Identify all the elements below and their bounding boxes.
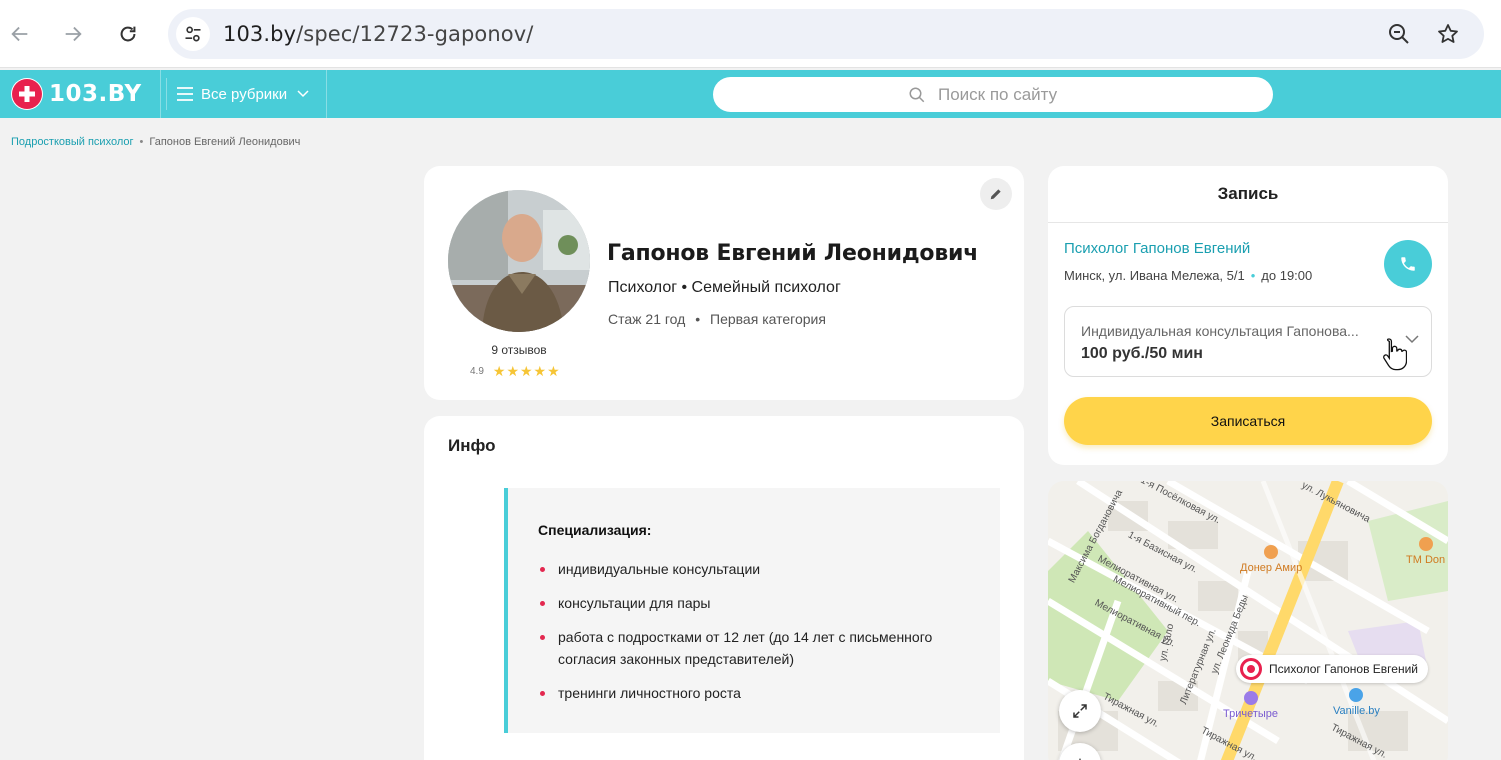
clinic-name-link[interactable]: Психолог Гапонов Евгений	[1064, 240, 1250, 257]
rubrics-label: Все рубрики	[201, 85, 288, 103]
rating-value: 4.9	[470, 366, 484, 377]
service-select[interactable]: Индивидуальная консультация Гапонова... …	[1064, 306, 1432, 377]
list-item: тренинги личностного роста	[538, 682, 978, 704]
address-bar[interactable]: 103.by/spec/12723-gaponov/	[168, 9, 1484, 59]
edit-button[interactable]	[980, 178, 1012, 210]
breadcrumb-separator: •	[139, 136, 144, 148]
map-fullscreen-button[interactable]	[1059, 690, 1101, 732]
logo-text: 103.BY	[49, 81, 142, 107]
specialization-list: индивидуальные консультации консультации…	[538, 558, 978, 716]
bookmark-button[interactable]	[1435, 21, 1461, 47]
site-info-button[interactable]	[176, 17, 210, 51]
list-item: работа с подростками от 12 лет (до 14 ле…	[538, 626, 978, 670]
fitness-icon	[1243, 691, 1258, 705]
location-pin-icon	[1240, 658, 1262, 680]
reload-button[interactable]	[112, 18, 144, 50]
rubrics-menu-button[interactable]: Все рубрики	[160, 70, 327, 118]
site-header: 103.BY Все рубрики	[0, 70, 1501, 118]
map-location-pin[interactable]: Психолог Гапонов Евгений	[1236, 655, 1429, 683]
url-host: 103.by	[223, 22, 297, 46]
chevron-down-icon	[1405, 335, 1419, 344]
clinic-address: Минск, ул. Ивана Мележа, 5/1 • до 19:00	[1064, 268, 1312, 283]
breadcrumb: Подростковый психолог • Гапонов Евгений …	[11, 136, 300, 148]
url-path: /spec/12723-gaponov/	[296, 22, 534, 46]
list-item: индивидуальные консультации	[538, 558, 978, 580]
hours-text: до 19:00	[1261, 268, 1313, 283]
list-item: консультации для пары	[538, 592, 978, 614]
poi-label: Тричетыре	[1223, 708, 1279, 720]
pin-label: Психолог Гапонов Евгений	[1269, 662, 1419, 676]
chevron-down-icon	[297, 90, 309, 98]
expand-icon	[1073, 704, 1087, 718]
hand-cursor-icon	[1383, 338, 1407, 371]
doctor-experience: Стаж 21 год	[608, 311, 686, 327]
call-button[interactable]	[1384, 240, 1432, 288]
zoom-button[interactable]	[1386, 21, 1412, 47]
search-icon	[909, 87, 925, 102]
poi-tm-don[interactable]: ТМ Don	[1406, 537, 1445, 566]
poi-label: Донер Амир	[1240, 562, 1303, 574]
specialization-box: Специализация: индивидуальные консультац…	[504, 488, 1000, 733]
plus-icon	[1079, 758, 1081, 760]
poi-label: Vanille.by	[1333, 705, 1380, 717]
hamburger-icon	[177, 87, 193, 101]
profile-card: 9 отзывов 4.9 ★★★★★ Гапонов Евгений Леон…	[424, 166, 1024, 400]
arrow-left-icon	[11, 26, 28, 42]
url-text[interactable]: 103.by/spec/12723-gaponov/	[223, 22, 533, 46]
site-search-input[interactable]	[938, 84, 1078, 105]
browser-toolbar: 103.by/spec/12723-gaponov/	[0, 0, 1501, 68]
poi-vanille[interactable]: Vanille.by	[1333, 688, 1380, 717]
food-icon	[1264, 545, 1279, 559]
star-outline-icon	[1438, 24, 1458, 43]
meta-separator: •	[695, 311, 701, 327]
doctor-category: Первая категория	[710, 311, 826, 327]
book-button[interactable]: Записаться	[1064, 397, 1432, 445]
info-title: Инфо	[448, 436, 496, 455]
address-text: Минск, ул. Ивана Мележа, 5/1	[1064, 268, 1245, 283]
doctor-name: Гапонов Евгений Леонидович	[607, 241, 979, 266]
medical-cross-icon	[11, 78, 43, 110]
zoom-out-icon	[1389, 24, 1409, 44]
tune-icon	[185, 26, 201, 42]
phone-icon	[1401, 257, 1415, 271]
back-button[interactable]	[4, 18, 36, 50]
poi-doner-amir[interactable]: Донер Амир	[1240, 545, 1302, 574]
poi-trichetyre[interactable]: Тричетыре	[1223, 691, 1278, 720]
booking-card: Запись Психолог Гапонов Евгений Минск, у…	[1048, 166, 1448, 465]
doctor-specialties: Психолог • Семейный психолог	[608, 279, 841, 296]
reviews-count[interactable]: 9 отзывов	[448, 343, 590, 357]
doctor-avatar[interactable]	[448, 190, 590, 332]
map[interactable]: ул. Лукьяновича 1-я Посёлковая ул. Макси…	[1048, 481, 1448, 760]
poi-label: ТМ Don	[1406, 554, 1446, 566]
address-separator: •	[1250, 268, 1256, 283]
breadcrumb-link-teen-psychologist[interactable]: Подростковый психолог	[11, 136, 134, 148]
doctor-meta: Стаж 21 год • Первая категория	[608, 311, 826, 327]
rating-stars-icon: ★★★★★	[492, 363, 561, 379]
pencil-icon	[990, 189, 1001, 200]
food-icon	[1418, 537, 1433, 551]
booking-title: Запись	[1048, 166, 1448, 223]
reload-icon	[120, 26, 136, 42]
site-search-box[interactable]	[713, 77, 1273, 112]
rating: 4.9 ★★★★★	[470, 363, 561, 380]
arrow-right-icon	[65, 26, 82, 42]
service-name: Индивидуальная консультация Гапонова...	[1081, 323, 1359, 339]
shop-icon	[1349, 688, 1364, 702]
breadcrumb-current: Гапонов Евгений Леонидович	[149, 136, 301, 148]
info-card: Инфо Специализация: индивидуальные консу…	[424, 416, 1024, 760]
site-logo[interactable]: 103.BY	[11, 78, 167, 110]
specialization-heading: Специализация:	[538, 522, 652, 538]
service-price: 100 руб./50 мин	[1081, 345, 1203, 362]
forward-button[interactable]	[57, 18, 89, 50]
